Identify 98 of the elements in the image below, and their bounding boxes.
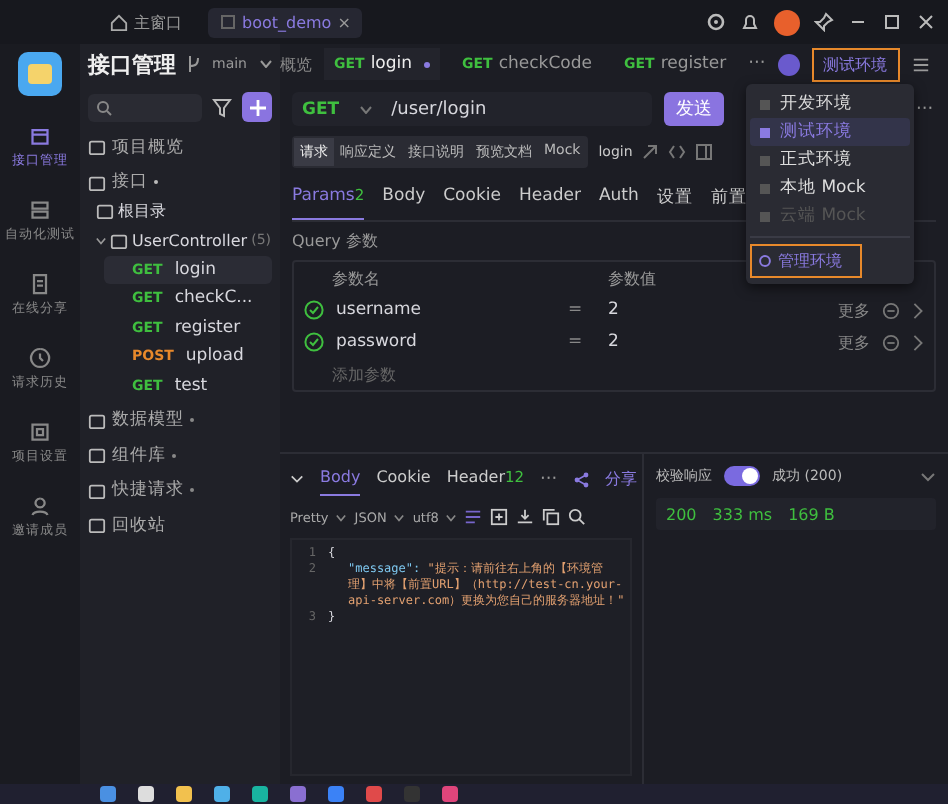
- link-icon[interactable]: [642, 144, 659, 160]
- column-header: 参数值: [608, 267, 656, 289]
- caret-icon[interactable]: [259, 60, 271, 68]
- tree-item[interactable]: 根目录: [96, 198, 272, 225]
- param-tab[interactable]: 设置: [656, 180, 693, 220]
- param-name[interactable]: username: [336, 300, 556, 320]
- caret-icon[interactable]: [394, 513, 405, 521]
- send-button[interactable]: 发送: [664, 92, 724, 126]
- tree-item[interactable]: 组件库: [88, 442, 272, 469]
- param-value[interactable]: 2: [608, 300, 826, 320]
- taskbar-icon[interactable]: [328, 786, 344, 802]
- url-field[interactable]: GET /user/login: [292, 92, 652, 126]
- square-icon: [88, 138, 106, 157]
- download-icon[interactable]: [516, 508, 535, 526]
- tree-item[interactable]: 快捷请求: [88, 477, 272, 504]
- environment-option[interactable]: 开发环境: [750, 90, 910, 118]
- operator: =: [568, 332, 585, 352]
- taskbar-icon[interactable]: [138, 786, 154, 802]
- app-logo: [18, 52, 62, 96]
- taskbar-icon[interactable]: [442, 786, 458, 802]
- more-link[interactable]: 更多: [838, 299, 870, 321]
- share-button[interactable]: 分享: [605, 468, 638, 490]
- home-icon: [110, 13, 128, 31]
- plus-icon: [249, 99, 265, 115]
- square-icon: [88, 516, 106, 535]
- panel-icon[interactable]: [696, 144, 713, 160]
- taskbar-icon[interactable]: [290, 786, 306, 802]
- taskbar-icon[interactable]: [176, 786, 192, 802]
- param-tab[interactable]: Cookie: [443, 180, 501, 220]
- caret-icon[interactable]: [446, 513, 457, 521]
- status-code: 200: [666, 505, 697, 523]
- environment-icon[interactable]: [777, 53, 800, 75]
- tab-label[interactable]: 概览: [280, 53, 312, 75]
- taskbar-icon[interactable]: [214, 786, 230, 802]
- toggle-switch[interactable]: [724, 466, 760, 486]
- environment-option[interactable]: 正式环境: [750, 146, 910, 174]
- avatar[interactable]: [774, 9, 800, 35]
- response-tab[interactable]: Body: [320, 462, 361, 496]
- search-field[interactable]: [88, 93, 202, 121]
- bell-icon[interactable]: [740, 12, 760, 32]
- add-icon[interactable]: [490, 508, 509, 526]
- operator: =: [568, 300, 585, 320]
- filter-icon[interactable]: [210, 95, 234, 119]
- more-button[interactable]: ···: [540, 469, 558, 489]
- window-tab[interactable]: 主窗口: [98, 5, 194, 39]
- response-time: 333 ms: [712, 505, 773, 523]
- remove-icon[interactable]: [882, 333, 900, 351]
- environment-selector[interactable]: 测试环境: [811, 47, 900, 81]
- taskbar-icon[interactable]: [252, 786, 268, 802]
- sidebar-title: 接口管理: [88, 49, 176, 79]
- param-tab[interactable]: Body: [382, 180, 426, 220]
- add-button[interactable]: [242, 92, 272, 122]
- response-size: 169 B: [788, 505, 835, 523]
- square-icon: [88, 481, 106, 500]
- param-tab[interactable]: Auth: [598, 180, 639, 220]
- close-icon[interactable]: [916, 12, 936, 32]
- search-icon: [96, 99, 112, 115]
- square-icon: [88, 411, 106, 430]
- copy-icon[interactable]: [542, 508, 561, 526]
- taskbar-icon[interactable]: [366, 786, 382, 802]
- square-icon: [88, 446, 106, 465]
- remove-icon[interactable]: [882, 301, 900, 319]
- caret-icon[interactable]: [336, 513, 347, 521]
- taskbar-icon[interactable]: [100, 786, 116, 802]
- checkbox[interactable]: [304, 300, 324, 320]
- more-button[interactable]: ···: [916, 99, 934, 119]
- tree-item[interactable]: 项目概览: [88, 134, 272, 161]
- checkbox[interactable]: [304, 332, 324, 352]
- chevron-icon[interactable]: [920, 471, 936, 481]
- param-value[interactable]: 2: [608, 332, 826, 352]
- pin-icon[interactable]: [814, 12, 834, 32]
- window-tab[interactable]: boot_demo ×: [208, 7, 363, 37]
- code-icon[interactable]: [668, 144, 687, 160]
- tree-item[interactable]: 数据模型: [88, 407, 272, 434]
- tree-item[interactable]: 接口: [88, 169, 272, 196]
- response-tab[interactable]: Cookie: [376, 462, 431, 496]
- tree-item[interactable]: 回收站: [88, 512, 272, 539]
- environment-option[interactable]: 本地 Mock: [750, 174, 910, 202]
- caret-icon[interactable]: [96, 235, 106, 246]
- menu-icon[interactable]: [911, 55, 930, 73]
- maximize-icon[interactable]: [882, 12, 902, 32]
- more-link[interactable]: 更多: [838, 331, 870, 353]
- param-tab[interactable]: Header: [518, 180, 581, 220]
- param-name[interactable]: password: [336, 332, 556, 352]
- window-icon: [220, 14, 236, 30]
- param-tab[interactable]: 前置: [710, 180, 747, 220]
- search-icon[interactable]: [568, 508, 587, 526]
- column-header: 参数名: [330, 267, 382, 289]
- branch-icon: [188, 56, 200, 72]
- history-icon: [28, 346, 52, 370]
- collapse-icon[interactable]: [290, 474, 304, 484]
- square-icon: [88, 173, 106, 192]
- more-tabs-button[interactable]: ···: [748, 54, 766, 74]
- section-title: Query 参数: [292, 230, 380, 252]
- manage-environments-button[interactable]: 管理环境: [750, 244, 862, 278]
- wrap-icon[interactable]: [464, 508, 483, 526]
- invite-icon: [28, 494, 52, 518]
- caret-icon[interactable]: [359, 105, 372, 113]
